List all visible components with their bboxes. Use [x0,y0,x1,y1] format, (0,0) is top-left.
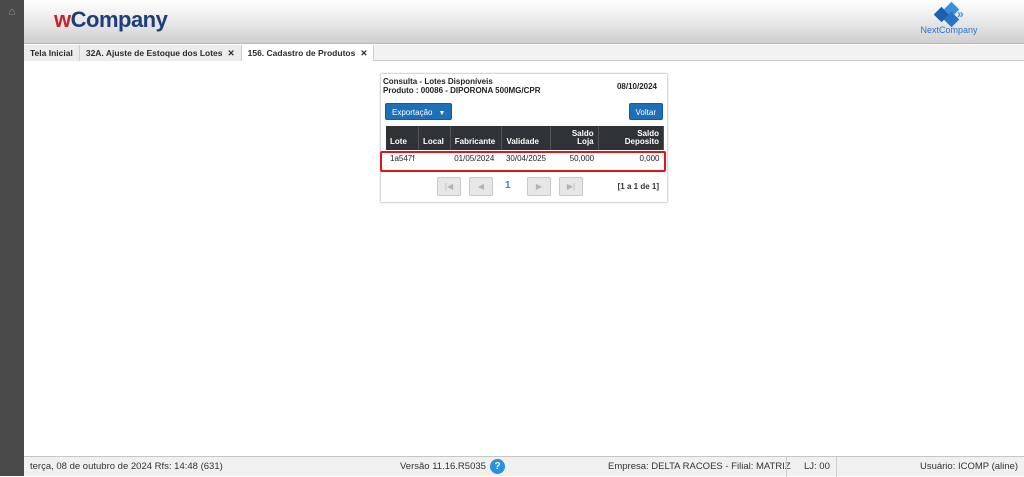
next-page-button[interactable]: ▶ [527,177,551,196]
help-icon[interactable]: ? [490,459,505,474]
panel-title: Consulta - Lotes Disponíveis Produto : 0… [383,77,541,95]
status-lj: LJ: 00 [804,461,830,472]
column-header[interactable]: Local [418,126,451,150]
tab-bar: Tela Inicial 32A. Ajuste de Estoque dos … [24,45,1024,61]
chevron-down-icon: ▼ [438,110,446,117]
pagination: |◀ ◀ 1 ▶ ▶| [1 a 1 de 1] [381,176,669,196]
export-button[interactable]: Exportação ▼ [385,103,453,120]
nextcompany-logo: » NextCompany [914,1,984,38]
lotes-disponiveis-panel: Consulta - Lotes Disponíveis Produto : 0… [380,73,668,203]
tab-tela-inicial[interactable]: Tela Inicial [24,45,80,61]
column-header[interactable]: Saldo Deposito [598,126,665,150]
column-header[interactable]: Lote [386,126,419,150]
close-icon[interactable]: ✕ [228,48,235,58]
home-icon[interactable]: ⌂ [6,6,18,18]
tab-cadastro-produtos[interactable]: 156. Cadastro de Produtos ✕ [241,45,375,61]
back-button[interactable]: Voltar [628,103,663,120]
status-usuario: Usuário: ICOMP (aline) [919,461,1018,472]
column-header[interactable]: Validade [501,126,551,150]
last-page-button[interactable]: ▶| [559,177,583,196]
panel-date: 08/10/2024 [616,82,657,91]
status-datetime: terça, 08 de outubro de 2024 Rfs: 14:48 … [30,461,223,472]
row-highlight-box [380,151,666,172]
column-header[interactable]: Saldo Loja [550,126,599,150]
app-header: wCompany » NextCompany [24,0,1024,44]
close-icon[interactable]: ✕ [360,48,367,58]
page-info: [1 a 1 de 1] [617,182,659,191]
status-bar: terça, 08 de outubro de 2024 Rfs: 14:48 … [24,456,1024,477]
status-empresa: Empresa: DELTA RACOES - Filial: MATRIZ [608,461,791,472]
wcompany-logo: wCompany [54,7,168,32]
left-sidebar: ⌂ [0,0,24,476]
status-version: Versão 11.16.R5035 [400,461,486,472]
tab-ajuste-estoque-lotes[interactable]: 32A. Ajuste de Estoque dos Lotes ✕ [79,45,242,61]
current-page[interactable]: 1 [505,180,511,191]
column-header[interactable]: Fabricante [450,126,503,150]
first-page-button[interactable]: |◀ [437,177,461,196]
previous-page-button[interactable]: ◀ [469,177,493,196]
